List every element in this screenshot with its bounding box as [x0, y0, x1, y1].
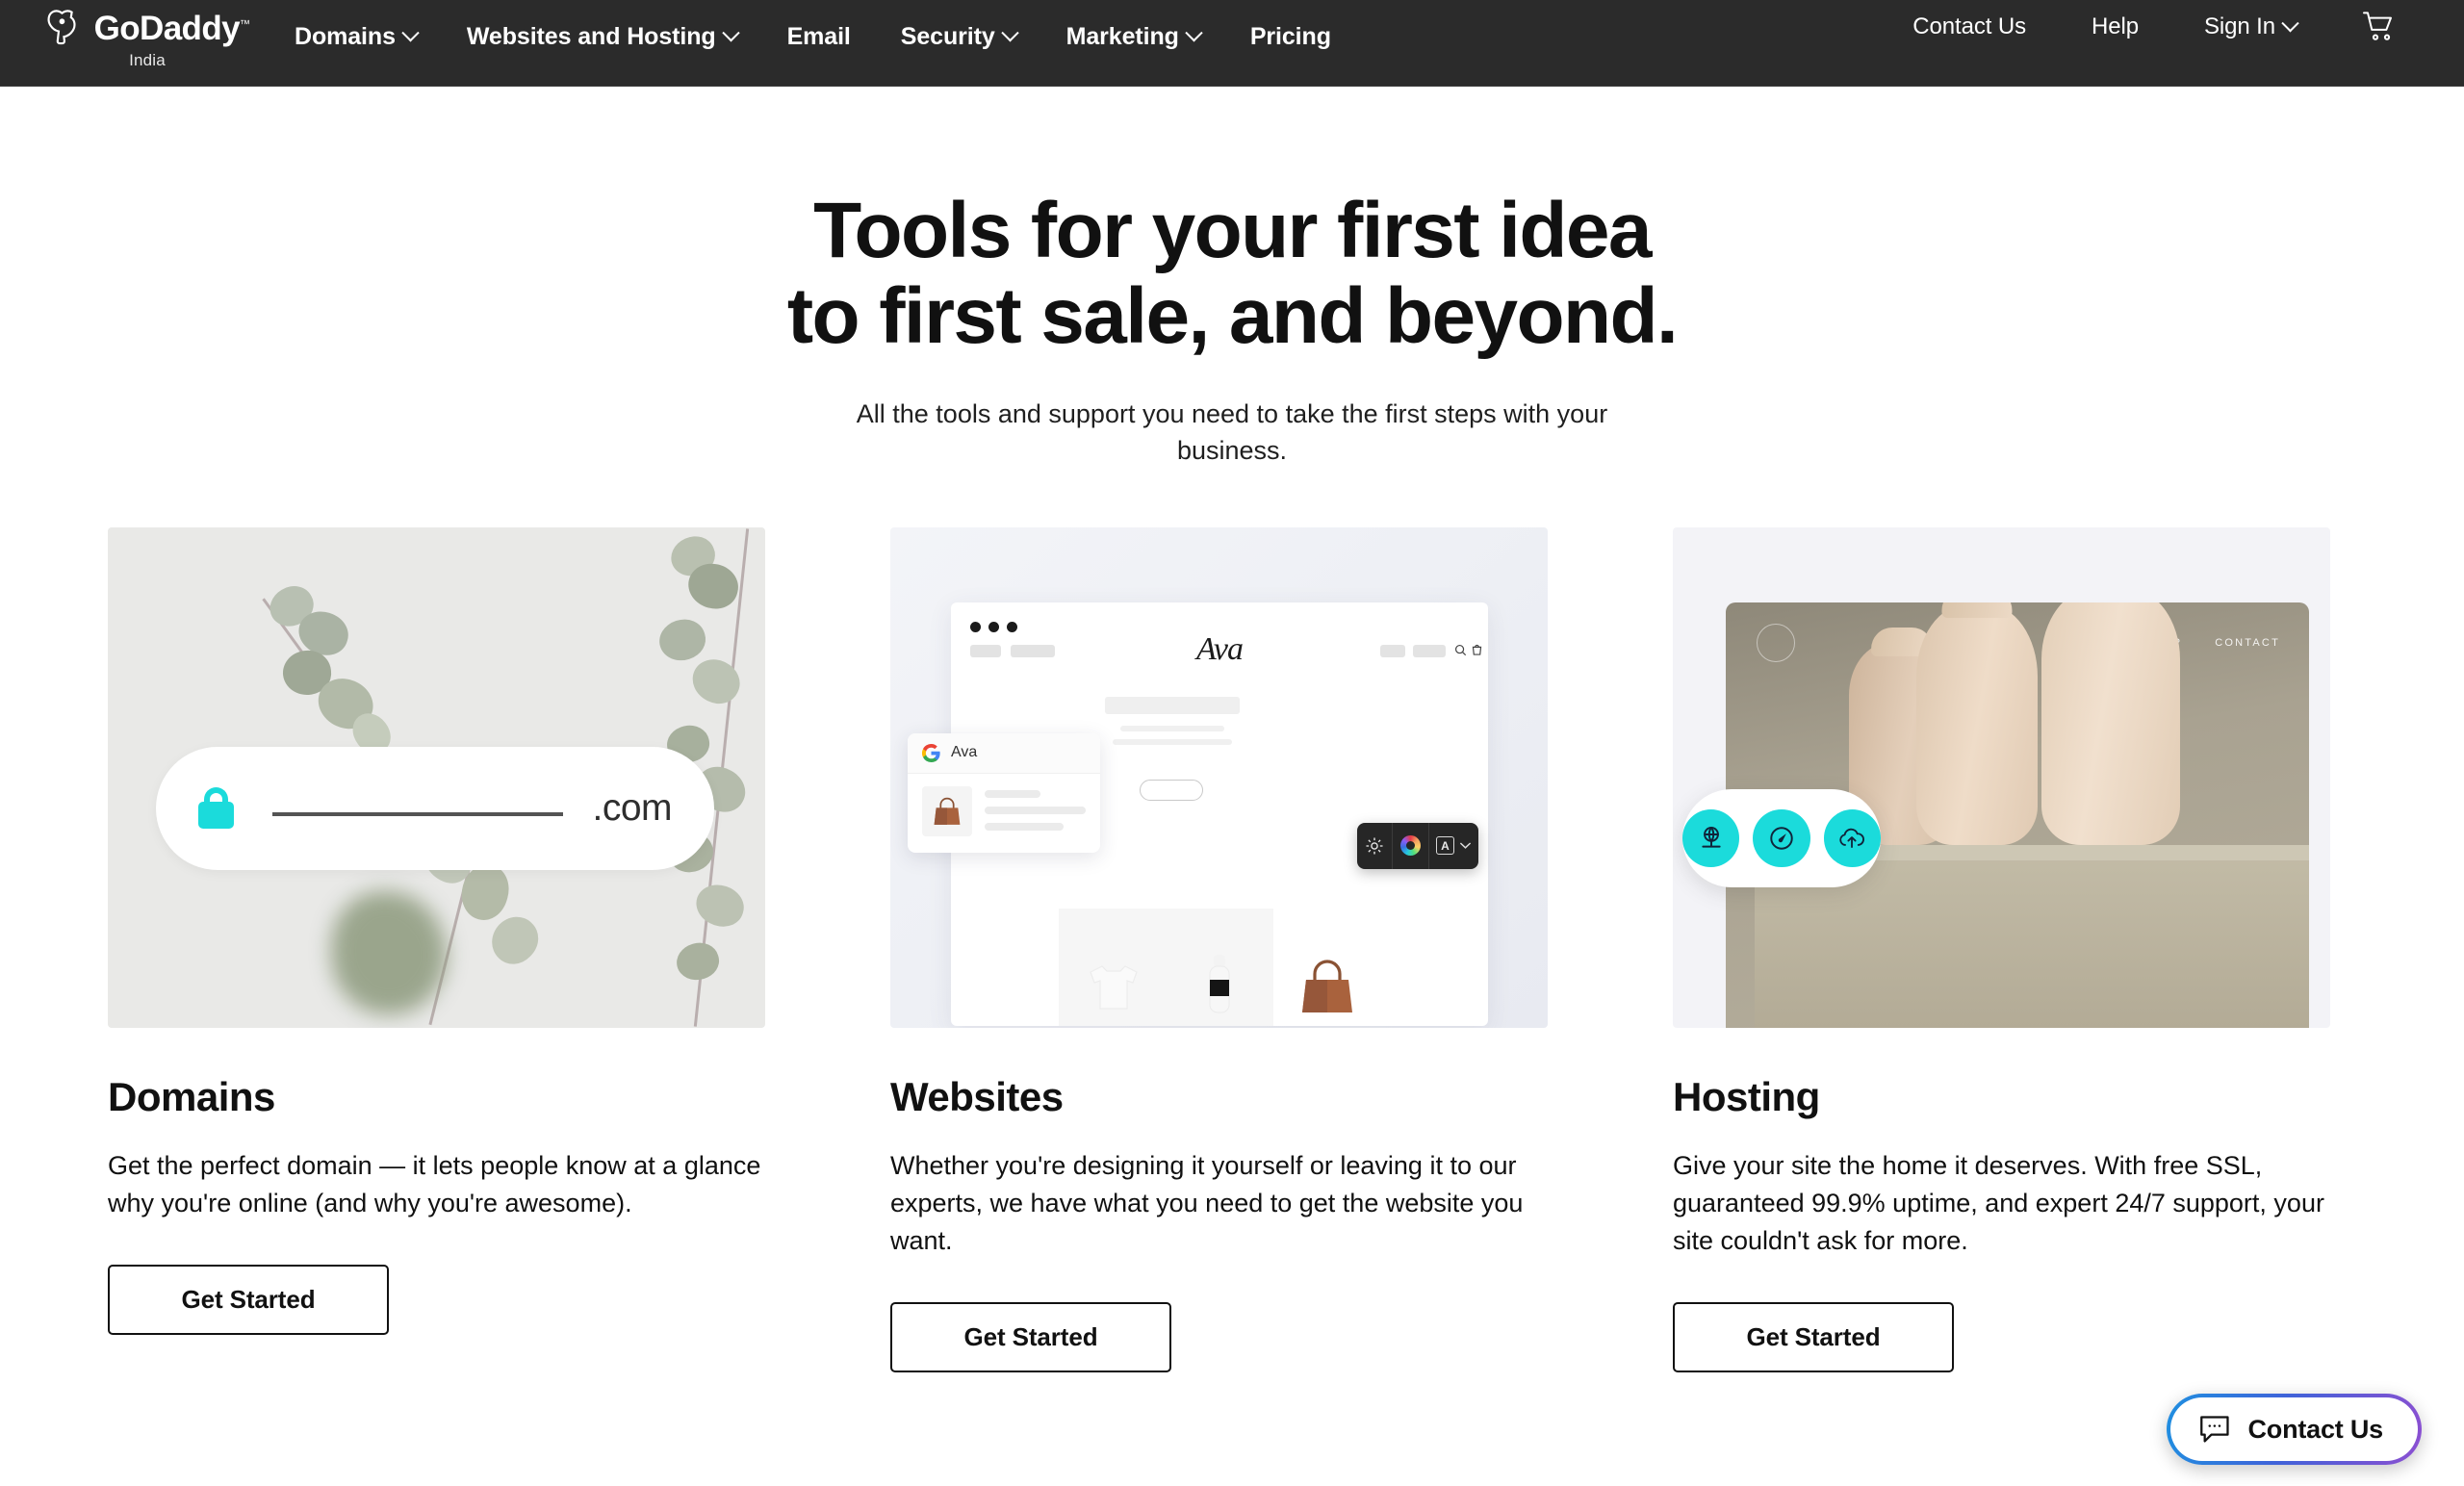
- card-description-websites: Whether you're designing it yourself or …: [890, 1150, 1524, 1256]
- mock-brand-badge-icon: [1757, 623, 1795, 662]
- chat-bubble-icon: [2200, 1416, 2230, 1443]
- nav-label: Websites and Hosting: [466, 22, 716, 50]
- product-cards: .com Domains Get the perfect domain — it…: [0, 470, 2464, 1373]
- hero-heading-line-1: Tools for your first idea: [813, 187, 1652, 274]
- contact-us-floating-button[interactable]: Contact Us: [2167, 1394, 2422, 1465]
- builder-toolbar[interactable]: A: [1357, 822, 1478, 869]
- nav-item-sign-in[interactable]: Sign In: [2171, 0, 2329, 54]
- vase-front: [1916, 602, 2038, 845]
- mock-cta-pill: [1140, 779, 1203, 801]
- bottle-icon: [1209, 954, 1230, 1013]
- primary-navigation: Domains Websites and Hosting Email Secur…: [270, 10, 1356, 64]
- font-letter-icon: A: [1435, 836, 1454, 856]
- header-left: GoDaddy™ India Domains Websites and Host…: [0, 0, 1356, 70]
- hosting-feature-icons: [1682, 788, 1881, 887]
- nav-item-pricing[interactable]: Pricing: [1225, 10, 1356, 64]
- nav-item-marketing[interactable]: Marketing: [1041, 10, 1225, 64]
- cart-icon: [1472, 644, 1482, 655]
- godaddy-logo[interactable]: GoDaddy™ India: [46, 9, 250, 70]
- card-title-websites: Websites: [890, 1073, 1064, 1119]
- search-result-item: [908, 774, 1100, 852]
- domain-input-line: [272, 811, 564, 816]
- product-tshirt: [1058, 908, 1167, 1026]
- chevron-down-icon: [1185, 23, 1203, 41]
- nav-label: Security: [900, 22, 995, 50]
- globe-network-icon: [1682, 808, 1740, 867]
- hero-section: Tools for your first idea to first sale,…: [0, 87, 2464, 470]
- toolbar-color-button[interactable]: [1393, 822, 1429, 869]
- nav-item-domains[interactable]: Domains: [270, 10, 442, 64]
- chevron-down-icon: [1000, 23, 1019, 41]
- speedometer-icon: [1753, 808, 1810, 867]
- vase-right: [2041, 602, 2180, 845]
- nav-item-contact-us[interactable]: Contact Us: [1880, 0, 2059, 54]
- websites-illustration: Ava A Ava: [890, 526, 1548, 1028]
- google-search-result-card: Ava: [908, 732, 1100, 853]
- toolbar-font-button[interactable]: A: [1429, 823, 1478, 869]
- hero-subheading: All the tools and support you need to ta…: [856, 399, 1608, 466]
- shopping-cart-icon: [2363, 12, 2392, 40]
- card-title-domains: Domains: [108, 1073, 275, 1119]
- nav-label: Sign In: [2203, 13, 2275, 39]
- domain-tld-label: .com: [592, 786, 672, 829]
- result-thumbnail: [922, 785, 972, 836]
- lock-icon: [198, 787, 234, 830]
- nav-label: Pricing: [1249, 22, 1331, 50]
- nav-label: Domains: [295, 22, 396, 50]
- search-query-text: Ava: [951, 744, 978, 761]
- mock-nav-contact: CONTACT: [2215, 636, 2280, 649]
- mock-site-logo: Ava: [1196, 630, 1244, 667]
- product-card-hosting: HOME SHOP CONTACT: [1673, 526, 2330, 1373]
- card-description-domains: Get the perfect domain — it lets people …: [108, 1150, 761, 1217]
- chevron-down-icon: [2281, 13, 2299, 32]
- nav-item-security[interactable]: Security: [876, 10, 1041, 64]
- result-text-placeholder: [985, 786, 1086, 839]
- contact-us-label: Contact Us: [2247, 1414, 2383, 1444]
- chevron-down-icon: [1459, 842, 1472, 850]
- cloud-upload-icon: [1823, 808, 1881, 867]
- hosting-illustration: HOME SHOP CONTACT: [1673, 526, 2330, 1028]
- gear-icon: [1366, 837, 1383, 855]
- domains-illustration: .com: [108, 526, 765, 1028]
- region-label: India: [129, 51, 166, 69]
- site-header: GoDaddy™ India Domains Websites and Host…: [0, 0, 2464, 87]
- nav-label: Marketing: [1065, 22, 1179, 50]
- nav-item-email[interactable]: Email: [762, 10, 876, 64]
- get-started-button-hosting[interactable]: Get Started: [1673, 1302, 1954, 1373]
- mock-product-row: [951, 908, 1488, 1026]
- tshirt-icon: [1090, 965, 1139, 1010]
- search-query-row[interactable]: Ava: [908, 732, 1100, 774]
- get-started-button-websites[interactable]: Get Started: [890, 1302, 1171, 1373]
- color-wheel-icon: [1400, 835, 1422, 857]
- godaddy-wordmark: GoDaddy™: [93, 9, 250, 47]
- hero-heading-line-2: to first sale, and beyond.: [786, 271, 1679, 360]
- handbag-icon: [1301, 960, 1352, 1012]
- nav-label: Contact Us: [1912, 13, 2026, 39]
- card-description-hosting: Give your site the home it deserves. Wit…: [1673, 1150, 2324, 1256]
- chevron-down-icon: [401, 23, 420, 41]
- chevron-down-icon: [721, 23, 740, 41]
- google-icon: [922, 743, 940, 762]
- nav-item-websites-and-hosting[interactable]: Websites and Hosting: [442, 10, 762, 64]
- nav-label: Help: [2092, 13, 2139, 39]
- toolbar-settings-button[interactable]: [1357, 822, 1394, 869]
- get-started-button-domains[interactable]: Get Started: [108, 1265, 389, 1336]
- product-card-domains: .com Domains Get the perfect domain — it…: [108, 526, 765, 1336]
- cart-button[interactable]: [2329, 12, 2416, 42]
- search-icon: [1454, 644, 1467, 655]
- page-title: Tools for your first idea to first sale,…: [0, 187, 2464, 360]
- product-handbag: [1273, 909, 1381, 1026]
- card-title-hosting: Hosting: [1673, 1073, 1820, 1119]
- nav-label: Email: [786, 22, 851, 50]
- product-bottle: [1166, 908, 1273, 1026]
- domain-search-bar-mock[interactable]: .com: [156, 746, 714, 870]
- nav-item-help[interactable]: Help: [2059, 0, 2171, 54]
- product-card-websites: Ava A Ava Websites Whether you're design…: [890, 526, 1548, 1373]
- godaddy-heart-logo-icon: [47, 10, 76, 45]
- handbag-icon: [934, 797, 961, 825]
- secondary-navigation: Contact Us Help Sign In: [1880, 0, 2464, 54]
